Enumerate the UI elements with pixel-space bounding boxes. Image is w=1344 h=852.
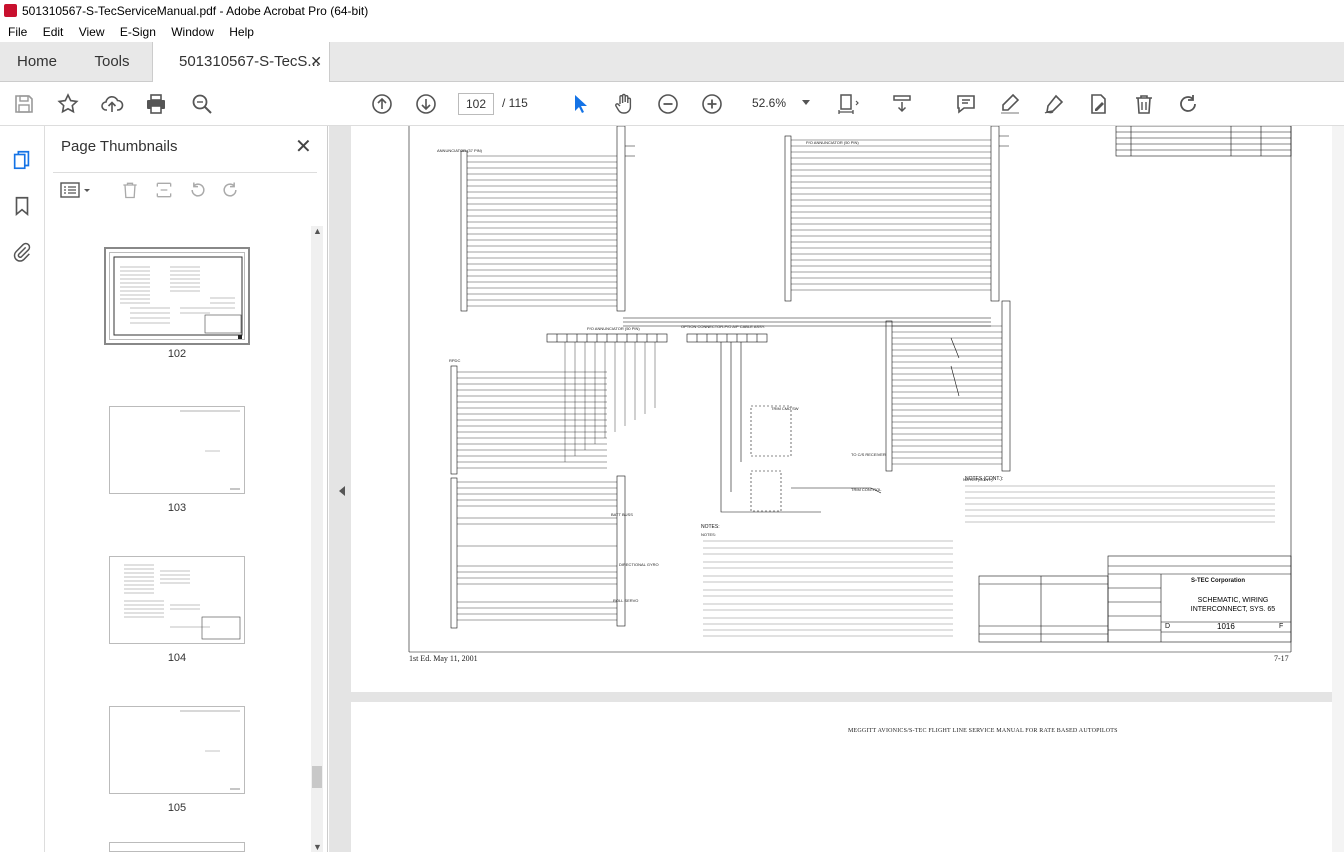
document-viewer[interactable]: ANNUNCIATOR (37 PIN) P/O ANNUNCIATOR (50…	[329, 126, 1344, 852]
thumbnail-103[interactable]: 103	[105, 406, 249, 514]
thumbnail-image[interactable]	[109, 706, 245, 794]
scroll-up-icon[interactable]: ▲	[313, 226, 322, 236]
pdf-page-102: ANNUNCIATOR (37 PIN) P/O ANNUNCIATOR (50…	[351, 126, 1333, 692]
thumbnail-label: 103	[167, 502, 187, 514]
thumbnail-label: 105	[167, 802, 187, 814]
pages-icon[interactable]	[10, 148, 34, 172]
highlight-icon[interactable]	[996, 90, 1024, 118]
comment-icon[interactable]	[952, 90, 980, 118]
svg-text:NOTES:: NOTES:	[701, 532, 716, 537]
window-title: 501310567-S-TecServiceManual.pdf - Adobe…	[22, 4, 369, 18]
zoom-out-icon[interactable]	[654, 90, 682, 118]
thumbnail-label: 104	[167, 652, 187, 664]
svg-text:BATT BUSS: BATT BUSS	[611, 512, 633, 517]
svg-text:ANNUNCIATOR (37 PIN): ANNUNCIATOR (37 PIN)	[437, 148, 483, 153]
thumbnail-image[interactable]	[109, 556, 245, 644]
thumbnail-106-partial[interactable]	[105, 842, 249, 852]
print-icon[interactable]	[142, 90, 170, 118]
thumbnail-image[interactable]	[109, 406, 245, 494]
prev-page-icon[interactable]	[368, 90, 396, 118]
notes-cont-heading: NOTES (CONT.):	[965, 476, 1004, 482]
chevron-down-icon[interactable]	[802, 100, 810, 105]
drawing-number: 1016	[1217, 622, 1235, 631]
bookmark-icon[interactable]	[10, 194, 34, 218]
scroll-mode-icon[interactable]	[888, 90, 916, 118]
tab-home[interactable]: Home	[0, 42, 74, 82]
page-footer-number: 7-17	[1274, 654, 1289, 663]
menu-esign[interactable]: E-Sign	[114, 22, 162, 39]
select-cursor-icon[interactable]	[566, 90, 594, 118]
panel-title: Page Thumbnails	[61, 138, 178, 155]
search-icon[interactable]	[188, 90, 216, 118]
document-scrollbar[interactable]	[1332, 126, 1344, 852]
company-name: S-TEC Corporation	[1191, 578, 1245, 584]
delete-page-icon[interactable]	[119, 179, 141, 201]
page-total: / 115	[502, 96, 528, 110]
page-fit-icon[interactable]	[834, 90, 862, 118]
drawing-title: SCHEMATIC, WIRING INTERCONNECT, SYS. 65	[1173, 596, 1293, 614]
zoom-in-icon[interactable]	[698, 90, 726, 118]
drawing-title-line-2: INTERCONNECT, SYS. 65	[1190, 606, 1276, 613]
svg-text:TRIM CMD SW: TRIM CMD SW	[771, 406, 799, 411]
collapse-panel-icon[interactable]	[339, 486, 345, 496]
svg-text:ROLL SERVO: ROLL SERVO	[613, 598, 638, 603]
title-bar: 501310567-S-TecServiceManual.pdf - Adobe…	[0, 0, 1344, 22]
attachment-icon[interactable]	[10, 240, 34, 264]
options-menu-icon[interactable]	[59, 179, 93, 201]
page-number-input[interactable]: 102	[458, 93, 494, 115]
svg-text:TO C/S RECEIVER: TO C/S RECEIVER	[851, 452, 886, 457]
close-panel-icon[interactable]: ✕	[295, 134, 312, 159]
panel-scrollbar[interactable]: ▲ ▼	[311, 226, 323, 852]
pdf-page-103: MEGGITT AVIONICS/S-TEC FLIGHT LINE SERVI…	[351, 702, 1333, 852]
thumbnail-label: 102	[167, 348, 187, 360]
next-page-header: MEGGITT AVIONICS/S-TEC FLIGHT LINE SERVI…	[848, 728, 1118, 734]
rotate-icon[interactable]	[1174, 90, 1202, 118]
rotate-right-icon[interactable]	[219, 179, 241, 201]
svg-text:OPTION CONNECTOR-P/O A/P CABLE: OPTION CONNECTOR-P/O A/P CABLE ASSY.	[681, 324, 765, 329]
next-page-icon[interactable]	[412, 90, 440, 118]
svg-text:TRIM CONTROL: TRIM CONTROL	[851, 487, 882, 492]
close-tab-icon[interactable]: ✕	[310, 53, 322, 70]
rotate-left-icon[interactable]	[187, 179, 209, 201]
edition-footer: 1st Ed. May 11, 2001	[409, 654, 478, 663]
save-icon[interactable]	[10, 90, 38, 118]
scrollbar-thumb[interactable]	[312, 766, 322, 788]
star-icon[interactable]	[54, 90, 82, 118]
upload-icon[interactable]	[98, 90, 126, 118]
tab-bar: Home Tools 501310567-S-TecS... ✕	[0, 42, 1344, 83]
menu-bar: File Edit View E-Sign Window Help	[0, 22, 1344, 42]
menu-window[interactable]: Window	[165, 22, 220, 39]
edit-pdf-icon[interactable]	[1084, 90, 1112, 118]
scroll-down-icon[interactable]: ▼	[313, 842, 322, 852]
thumbnail-image[interactable]	[104, 247, 250, 345]
menu-edit[interactable]: Edit	[37, 22, 70, 39]
svg-text:P/O ANNUNCIATOR (50 PIN): P/O ANNUNCIATOR (50 PIN)	[806, 140, 859, 145]
drawing-rev: F	[1279, 623, 1284, 630]
delete-icon[interactable]	[1130, 90, 1158, 118]
toolbar: 102 / 115 52.6%	[0, 82, 1344, 126]
extract-page-icon[interactable]	[153, 179, 175, 201]
drawing-title-line-1: SCHEMATIC, WIRING	[1197, 597, 1269, 604]
tab-document[interactable]: 501310567-S-TecS... ✕	[152, 42, 330, 83]
svg-text:P/O ANNUNCIATOR (50 PIN): P/O ANNUNCIATOR (50 PIN)	[587, 326, 640, 331]
sign-icon[interactable]	[1040, 90, 1068, 118]
thumbnail-104[interactable]: 104	[105, 556, 249, 664]
thumbnail-105[interactable]: 105	[105, 706, 249, 814]
svg-text:RPDC: RPDC	[449, 358, 460, 363]
menu-file[interactable]: File	[0, 22, 33, 39]
acrobat-app-icon	[4, 4, 17, 17]
panel-toolbar	[53, 172, 317, 206]
drawing-size: D	[1165, 623, 1171, 630]
thumbnail-image[interactable]	[109, 842, 245, 852]
menu-view[interactable]: View	[73, 22, 111, 39]
thumbnail-102[interactable]: 102	[104, 247, 250, 360]
thumbnail-panel: Page Thumbnails ✕ 102 103 104 105 ▲ ▼	[45, 126, 328, 852]
hand-icon[interactable]	[610, 90, 638, 118]
tab-document-label: 501310567-S-TecS...	[179, 53, 320, 70]
svg-text:DIRECTIONAL GYRO: DIRECTIONAL GYRO	[619, 562, 659, 567]
menu-help[interactable]: Help	[223, 22, 260, 39]
notes-heading: NOTES:	[701, 524, 720, 530]
tab-tools[interactable]: Tools	[74, 42, 150, 82]
left-rail	[0, 126, 45, 852]
